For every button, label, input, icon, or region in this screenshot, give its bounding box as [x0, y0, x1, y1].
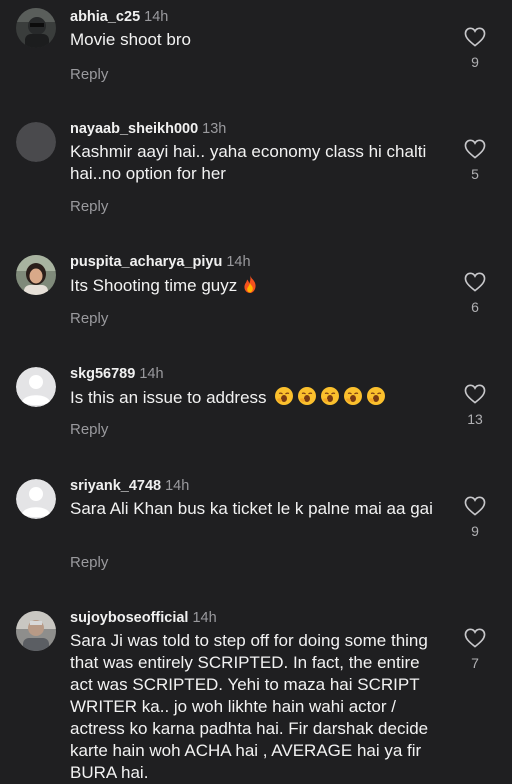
- like-count: 6: [471, 299, 479, 315]
- yawning-face-emoji-icon: [298, 387, 317, 405]
- heart-icon[interactable]: [464, 384, 486, 404]
- avatar[interactable]: [16, 367, 56, 407]
- comment-text: Movie shoot bro: [70, 30, 191, 49]
- comment-meta: abhia_c25 14h: [70, 8, 168, 26]
- reply-button[interactable]: Reply: [70, 421, 108, 439]
- avatar[interactable]: [16, 479, 56, 519]
- like-column: 5: [455, 139, 495, 182]
- reply-button[interactable]: Reply: [70, 310, 108, 328]
- comment-text-content: Its Shooting time guyz: [70, 276, 238, 295]
- heart-icon[interactable]: [464, 139, 486, 159]
- avatar[interactable]: [16, 611, 56, 651]
- yawning-face-emoji-icon: [344, 387, 363, 405]
- heart-icon[interactable]: [464, 496, 486, 516]
- avatar[interactable]: [16, 122, 56, 162]
- timestamp: 14h: [144, 9, 169, 25]
- comment-meta: sujoyboseofficial 14h: [70, 609, 217, 627]
- comment-text: Sara Ji was told to step off for doing s…: [70, 631, 429, 782]
- comment-item: puspita_acharya_piyu 14h Its Shooting tim…: [0, 253, 512, 353]
- like-count: 5: [471, 166, 479, 182]
- like-count: 7: [471, 655, 479, 671]
- heart-icon[interactable]: [464, 272, 486, 292]
- comment-meta: puspita_acharya_piyu 14h: [70, 253, 251, 271]
- like-count: 9: [471, 523, 479, 539]
- like-column: 9: [455, 27, 495, 70]
- comment-item: nayaab_sheikh000 13h Kashmir aayi hai.. y…: [0, 120, 512, 230]
- comment-text-content: Is this an issue to address: [70, 388, 267, 407]
- reply-button[interactable]: Reply: [70, 554, 108, 572]
- comment-meta: nayaab_sheikh000 13h: [70, 120, 226, 138]
- heart-icon[interactable]: [464, 628, 486, 648]
- timestamp: 14h: [165, 478, 190, 494]
- timestamp: 14h: [139, 366, 164, 382]
- like-column: 7: [455, 628, 495, 671]
- reply-button[interactable]: Reply: [70, 66, 108, 84]
- like-column: 6: [455, 272, 495, 315]
- username[interactable]: nayaab_sheikh000: [70, 121, 198, 137]
- comment-text: Kashmir aayi hai.. yaha economy class hi…: [70, 142, 427, 183]
- yawning-face-emoji-icon: [321, 387, 340, 405]
- username[interactable]: abhia_c25: [70, 9, 140, 25]
- comment-text: Is this an issue to address: [70, 386, 442, 409]
- yawning-face-emoji-icon: [275, 387, 294, 405]
- username[interactable]: sriyank_4748: [70, 478, 161, 494]
- username[interactable]: sujoyboseofficial: [70, 610, 188, 626]
- comment-item: sriyank_4748 14h Sara Ali Khan bus ka tic…: [0, 477, 512, 587]
- like-count: 9: [471, 54, 479, 70]
- comment-item: sujoyboseofficial 14h Sara Ji was told to…: [0, 609, 512, 784]
- comment-text: Sara Ali Khan bus ka ticket le k palne m…: [70, 499, 433, 518]
- heart-icon[interactable]: [464, 27, 486, 47]
- like-count: 13: [467, 411, 483, 427]
- comment-meta: skg56789 14h: [70, 365, 164, 383]
- comment-meta: sriyank_4748 14h: [70, 477, 189, 495]
- timestamp: 14h: [192, 610, 217, 626]
- yawning-face-emoji-icon: [367, 387, 386, 405]
- comment-item: abhia_c25 14h Movie shoot bro Reply 9: [0, 8, 512, 108]
- comment-item: skg56789 14h Is this an issue to address …: [0, 365, 512, 465]
- timestamp: 14h: [226, 254, 251, 270]
- avatar[interactable]: [16, 255, 56, 295]
- timestamp: 13h: [202, 121, 227, 137]
- username[interactable]: skg56789: [70, 366, 135, 382]
- like-column: 13: [455, 384, 495, 427]
- reply-button[interactable]: Reply: [70, 198, 108, 216]
- comment-text: Its Shooting time guyz: [70, 274, 442, 297]
- like-column: 9: [455, 496, 495, 539]
- fire-emoji-icon: [244, 275, 256, 293]
- avatar[interactable]: [16, 8, 56, 48]
- username[interactable]: puspita_acharya_piyu: [70, 254, 222, 270]
